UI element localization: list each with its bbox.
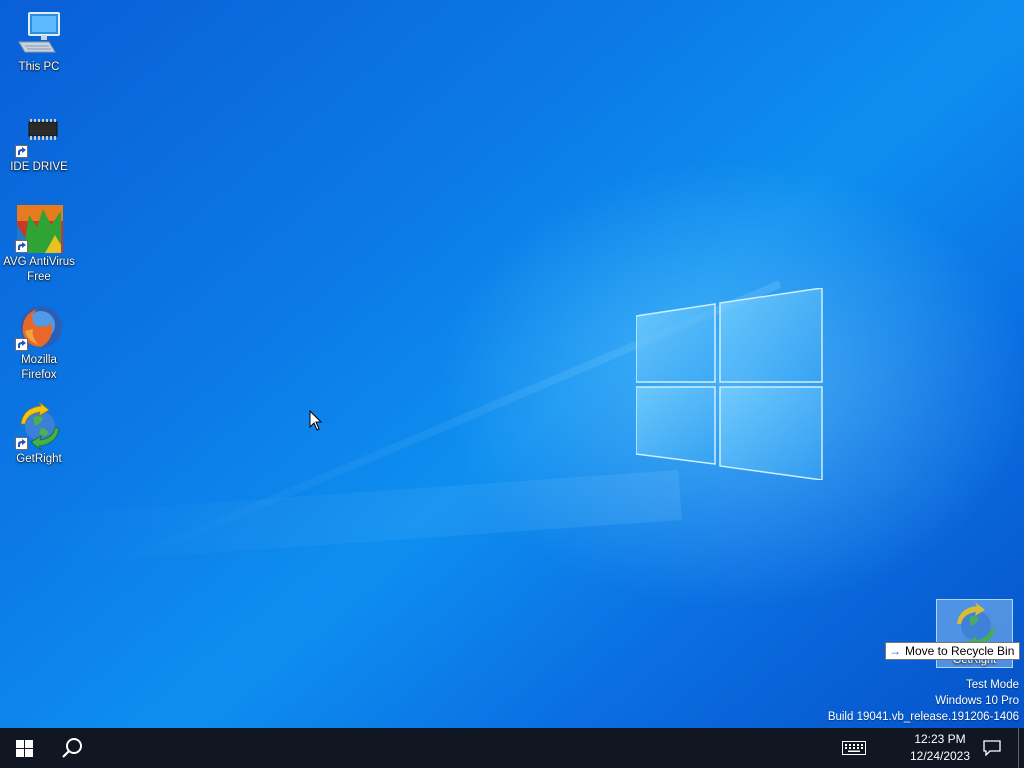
start-button[interactable] bbox=[0, 728, 48, 768]
drag-drop-tooltip: → Move to Recycle Bin bbox=[885, 642, 1021, 660]
clock-date: 12/24/2023 bbox=[909, 749, 971, 763]
desktop-icon-label: This PC bbox=[18, 61, 60, 73]
chip-drive-icon bbox=[15, 110, 63, 158]
arrow-right-icon: → bbox=[889, 644, 901, 658]
taskbar-clock[interactable]: 12:23 PM 12/24/2023 bbox=[900, 728, 980, 768]
computer-icon bbox=[15, 10, 63, 58]
getright-icon bbox=[15, 401, 63, 451]
action-center-icon bbox=[983, 740, 1001, 756]
desktop-icon-mozilla-firefox[interactable]: Mozilla Firefox bbox=[1, 303, 77, 383]
desktop-icon-label: IDE DRIVE bbox=[10, 161, 68, 173]
desktop-icon-ide-drive[interactable]: IDE DRIVE bbox=[1, 110, 77, 175]
firefox-icon bbox=[15, 303, 63, 351]
wallpaper-windows-logo bbox=[636, 288, 823, 480]
desktop[interactable]: This PC IDE DRIVE AVG AntiVirus Free Moz… bbox=[0, 0, 1024, 728]
shortcut-arrow-icon bbox=[15, 437, 28, 450]
touch-keyboard-icon bbox=[842, 741, 866, 755]
avg-antivirus-icon bbox=[15, 205, 63, 253]
show-desktop-button[interactable] bbox=[1018, 728, 1024, 768]
touch-keyboard-button[interactable] bbox=[830, 728, 878, 768]
desktop-icon-avg-antivirus[interactable]: AVG AntiVirus Free bbox=[1, 205, 77, 285]
action-center-button[interactable] bbox=[976, 728, 1008, 768]
watermark-edition: Windows 10 Pro bbox=[935, 695, 1019, 707]
windows-start-icon bbox=[15, 739, 33, 757]
taskbar: 12:23 PM 12/24/2023 bbox=[0, 728, 1024, 768]
search-button[interactable] bbox=[48, 728, 96, 768]
desktop-icon-getright[interactable]: GetRight bbox=[1, 401, 77, 467]
desktop-icon-this-pc[interactable]: This PC bbox=[1, 10, 77, 75]
desktop-icon-label: AVG AntiVirus Free bbox=[3, 256, 75, 283]
desktop-icon-label: Mozilla Firefox bbox=[21, 354, 57, 381]
watermark-test-mode: Test Mode bbox=[965, 679, 1019, 691]
clock-time: 12:23 PM bbox=[914, 732, 966, 746]
search-icon bbox=[62, 738, 82, 758]
mouse-cursor-icon bbox=[309, 410, 323, 431]
wallpaper-light-beam bbox=[39, 470, 682, 565]
watermark-build: Build 19041.vb_release.191206-1406 bbox=[827, 711, 1019, 723]
shortcut-arrow-icon bbox=[15, 240, 28, 253]
shortcut-arrow-icon bbox=[15, 145, 28, 158]
tooltip-text: Move to Recycle Bin bbox=[905, 644, 1015, 658]
shortcut-arrow-icon bbox=[15, 338, 28, 351]
desktop-icon-label: GetRight bbox=[16, 453, 62, 465]
